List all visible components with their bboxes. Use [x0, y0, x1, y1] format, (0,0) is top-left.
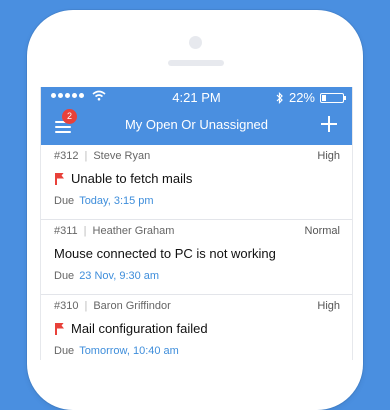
ticket-subject-line: Unable to fetch mails: [54, 171, 192, 186]
ticket-row[interactable]: #312 | Steve Ryan High Unable to fetch m…: [41, 145, 352, 220]
bluetooth-icon: [276, 91, 283, 104]
page-title: My Open Or Unassigned: [124, 117, 269, 132]
ticket-meta: #312 | Steve Ryan: [54, 150, 150, 162]
nav-bar: 2 My Open Or Unassigned: [41, 107, 352, 145]
ticket-subject: Unable to fetch mails: [71, 171, 193, 186]
ticket-due: Due Today, 3:15 pm: [54, 195, 154, 207]
ticket-subject-line: Mouse connected to PC is not working: [54, 246, 276, 261]
phone-camera: [189, 36, 202, 49]
due-label: Due: [54, 345, 75, 357]
battery-percent: 22%: [288, 90, 315, 105]
ticket-id: #311: [54, 225, 78, 237]
battery-fill: [322, 94, 327, 101]
add-ticket-button[interactable]: [320, 115, 338, 133]
due-label: Due: [54, 270, 75, 282]
ticket-priority: High: [317, 300, 340, 312]
meta-separator: |: [84, 300, 88, 312]
ticket-id: #310: [54, 300, 79, 312]
ticket-id: #312: [54, 150, 79, 162]
meta-separator: |: [83, 225, 87, 237]
ticket-priority: High: [317, 150, 340, 162]
app-screen: 4:21 PM 22% 2 My Open Or Unassigned #312…: [40, 87, 353, 360]
flag-icon: [54, 172, 65, 185]
ticket-priority: Normal: [304, 225, 340, 237]
due-value: Today, 3:15 pm: [79, 195, 154, 207]
due-value: Tomorrow, 10:40 am: [79, 345, 179, 357]
ticket-meta: #311 | Heather Graham: [54, 225, 174, 237]
due-label: Due: [54, 195, 75, 207]
ticket-requester: Steve Ryan: [93, 150, 151, 162]
ticket-subject-line: Mail configuration failed: [54, 321, 208, 336]
ticket-row[interactable]: #311 | Heather Graham Normal Mouse conne…: [41, 220, 352, 295]
ticket-requester: Heather Graham: [92, 225, 175, 237]
status-bar: 4:21 PM 22%: [41, 87, 352, 107]
due-value: 23 Nov, 9:30 am: [79, 270, 160, 282]
ticket-meta: #310 | Baron Griffindor: [54, 300, 171, 312]
phone-speaker: [168, 60, 224, 66]
status-right: 22%: [276, 90, 346, 105]
battery-icon: [320, 92, 346, 103]
ticket-due: Due Tomorrow, 10:40 am: [54, 345, 179, 357]
ticket-subject: Mail configuration failed: [71, 321, 208, 336]
ticket-row[interactable]: #310 | Baron Griffindor High Mail config…: [41, 295, 352, 360]
ticket-requester: Baron Griffindor: [93, 300, 171, 312]
flag-icon: [54, 322, 65, 335]
ticket-due: Due 23 Nov, 9:30 am: [54, 270, 159, 282]
meta-separator: |: [84, 150, 88, 162]
ticket-subject: Mouse connected to PC is not working: [54, 246, 276, 261]
